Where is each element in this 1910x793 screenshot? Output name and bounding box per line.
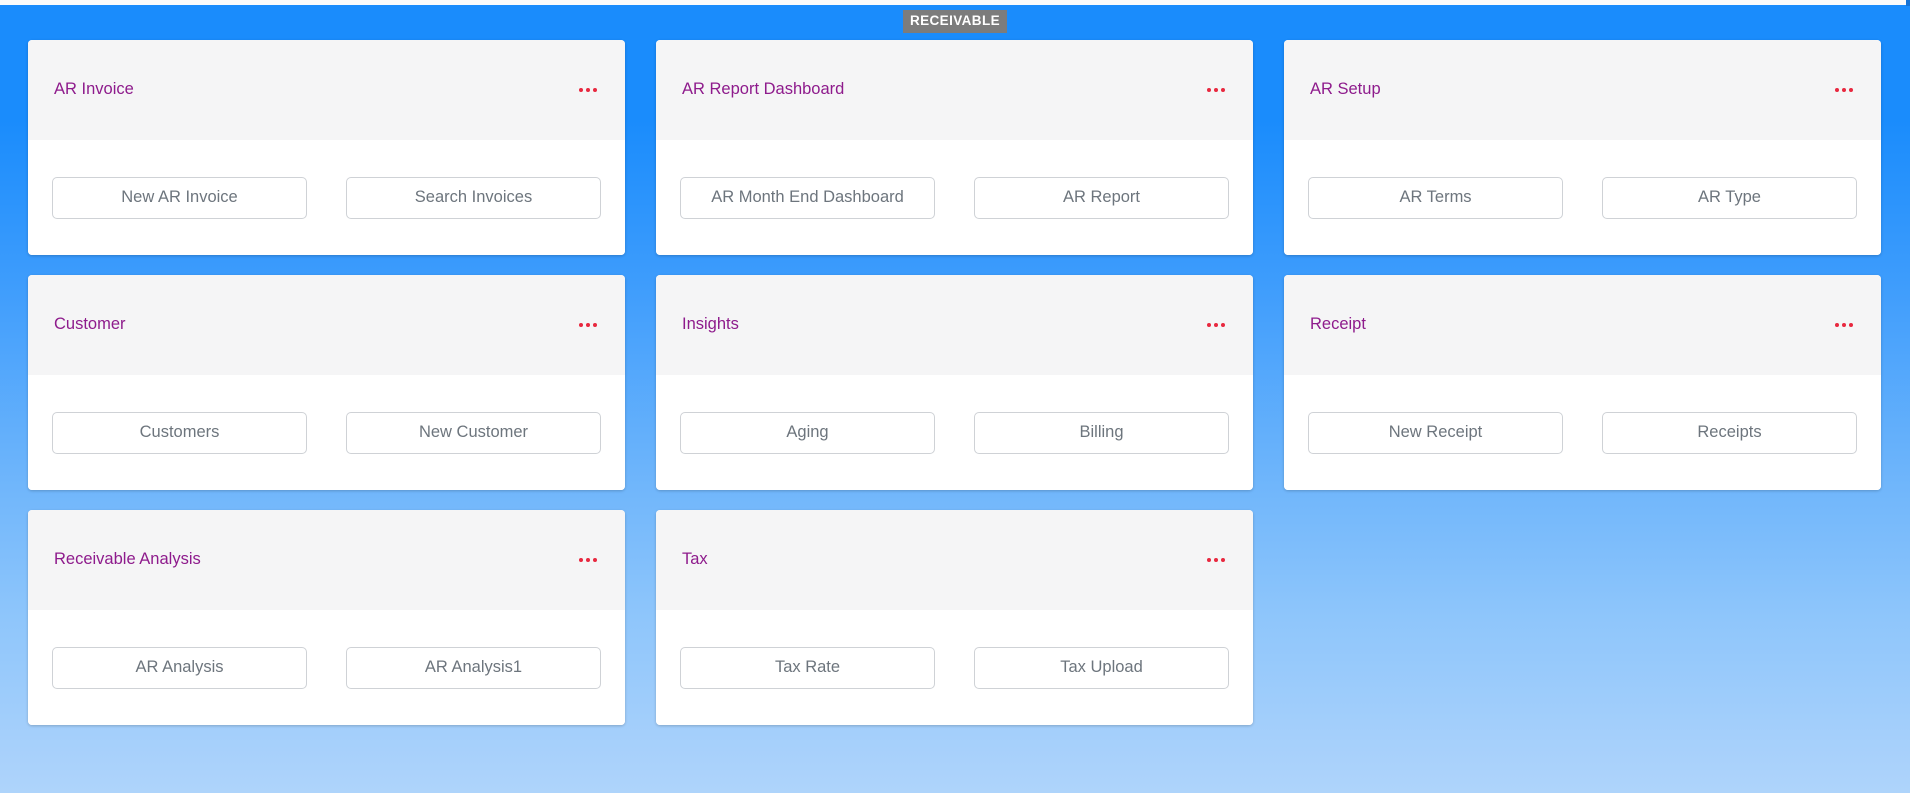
- module-card-grid: AR Invoice New AR Invoice Search Invoices A…: [0, 40, 1910, 725]
- top-white-strip: [0, 0, 1910, 5]
- module-card-ar-setup: AR Setup AR Terms AR Type: [1284, 40, 1881, 255]
- action-button-customers[interactable]: Customers: [52, 411, 307, 454]
- action-button-tax-rate[interactable]: Tax Rate: [680, 646, 935, 689]
- ellipsis-dot: [1221, 88, 1225, 92]
- ellipsis-dot: [1221, 558, 1225, 562]
- ellipsis-dot: [593, 558, 597, 562]
- ellipsis-dot: [1214, 323, 1218, 327]
- ellipsis-dot: [579, 558, 583, 562]
- ellipsis-dot: [593, 323, 597, 327]
- action-button-ar-report[interactable]: AR Report: [974, 176, 1229, 219]
- action-button-new-customer[interactable]: New Customer: [346, 411, 601, 454]
- card-header-receivable-analysis: Receivable Analysis: [28, 510, 625, 610]
- card-title-receivable-analysis: Receivable Analysis: [54, 550, 201, 569]
- card-body-ar-setup: AR Terms AR Type: [1284, 140, 1881, 255]
- card-title-ar-setup: AR Setup: [1310, 80, 1381, 99]
- ellipsis-icon[interactable]: [577, 82, 599, 98]
- ellipsis-dot: [586, 558, 590, 562]
- ellipsis-dot: [593, 88, 597, 92]
- card-body-insights: Aging Billing: [656, 375, 1253, 490]
- card-title-ar-invoice: AR Invoice: [54, 80, 134, 99]
- action-button-new-receipt[interactable]: New Receipt: [1308, 411, 1563, 454]
- module-card-ar-report-dashboard: AR Report Dashboard AR Month End Dashboar…: [656, 40, 1253, 255]
- action-button-ar-terms[interactable]: AR Terms: [1308, 176, 1563, 219]
- module-card-tax: Tax Tax Rate Tax Upload: [656, 510, 1253, 725]
- ellipsis-icon[interactable]: [577, 317, 599, 333]
- ellipsis-dot: [1221, 323, 1225, 327]
- ellipsis-icon[interactable]: [1833, 317, 1855, 333]
- ellipsis-icon[interactable]: [1205, 552, 1227, 568]
- ellipsis-dot: [1835, 323, 1839, 327]
- ellipsis-dot: [1842, 323, 1846, 327]
- receivable-workspace: RECEIVABLE AR Invoice New AR Invoice Searc…: [0, 0, 1910, 793]
- module-card-ar-invoice: AR Invoice New AR Invoice Search Invoices: [28, 40, 625, 255]
- ellipsis-dot: [586, 323, 590, 327]
- ellipsis-icon[interactable]: [1833, 82, 1855, 98]
- card-body-receipt: New Receipt Receipts: [1284, 375, 1881, 490]
- ellipsis-dot: [1849, 323, 1853, 327]
- ellipsis-dot: [1214, 88, 1218, 92]
- card-body-ar-report-dashboard: AR Month End Dashboard AR Report: [656, 140, 1253, 255]
- card-header-ar-report-dashboard: AR Report Dashboard: [656, 40, 1253, 140]
- ellipsis-dot: [1207, 323, 1211, 327]
- ellipsis-dot: [1207, 558, 1211, 562]
- card-header-tax: Tax: [656, 510, 1253, 610]
- ellipsis-dot: [586, 88, 590, 92]
- ellipsis-dot: [579, 88, 583, 92]
- card-body-customer: Customers New Customer: [28, 375, 625, 490]
- card-header-customer: Customer: [28, 275, 625, 375]
- card-body-tax: Tax Rate Tax Upload: [656, 610, 1253, 725]
- card-header-receipt: Receipt: [1284, 275, 1881, 375]
- page-title: RECEIVABLE: [902, 10, 1007, 33]
- ellipsis-dot: [1207, 88, 1211, 92]
- module-card-customer: Customer Customers New Customer: [28, 275, 625, 490]
- ellipsis-icon[interactable]: [577, 552, 599, 568]
- action-button-billing[interactable]: Billing: [974, 411, 1229, 454]
- card-body-ar-invoice: New AR Invoice Search Invoices: [28, 140, 625, 255]
- action-button-ar-month-end-dashboard[interactable]: AR Month End Dashboard: [680, 176, 935, 219]
- action-button-aging[interactable]: Aging: [680, 411, 935, 454]
- ellipsis-dot: [1835, 88, 1839, 92]
- action-button-ar-type[interactable]: AR Type: [1602, 176, 1857, 219]
- ellipsis-dot: [1214, 558, 1218, 562]
- action-button-ar-analysis[interactable]: AR Analysis: [52, 646, 307, 689]
- ellipsis-icon[interactable]: [1205, 82, 1227, 98]
- action-button-ar-analysis1[interactable]: AR Analysis1: [346, 646, 601, 689]
- top-strip-end-marker: [1906, 0, 1910, 6]
- card-header-ar-invoice: AR Invoice: [28, 40, 625, 140]
- card-header-ar-setup: AR Setup: [1284, 40, 1881, 140]
- ellipsis-dot: [579, 323, 583, 327]
- action-button-new-ar-invoice[interactable]: New AR Invoice: [52, 176, 307, 219]
- module-card-receivable-analysis: Receivable Analysis AR Analysis AR Analysi…: [28, 510, 625, 725]
- card-title-customer: Customer: [54, 315, 126, 334]
- card-body-receivable-analysis: AR Analysis AR Analysis1: [28, 610, 625, 725]
- module-card-receipt: Receipt New Receipt Receipts: [1284, 275, 1881, 490]
- card-title-receipt: Receipt: [1310, 315, 1366, 334]
- card-title-insights: Insights: [682, 315, 739, 334]
- card-title-tax: Tax: [682, 550, 708, 569]
- ellipsis-dot: [1849, 88, 1853, 92]
- module-card-insights: Insights Aging Billing: [656, 275, 1253, 490]
- action-button-search-invoices[interactable]: Search Invoices: [346, 176, 601, 219]
- card-title-ar-report-dashboard: AR Report Dashboard: [682, 80, 845, 99]
- page-banner: RECEIVABLE: [0, 5, 1910, 38]
- ellipsis-icon[interactable]: [1205, 317, 1227, 333]
- action-button-tax-upload[interactable]: Tax Upload: [974, 646, 1229, 689]
- ellipsis-dot: [1842, 88, 1846, 92]
- action-button-receipts[interactable]: Receipts: [1602, 411, 1857, 454]
- card-header-insights: Insights: [656, 275, 1253, 375]
